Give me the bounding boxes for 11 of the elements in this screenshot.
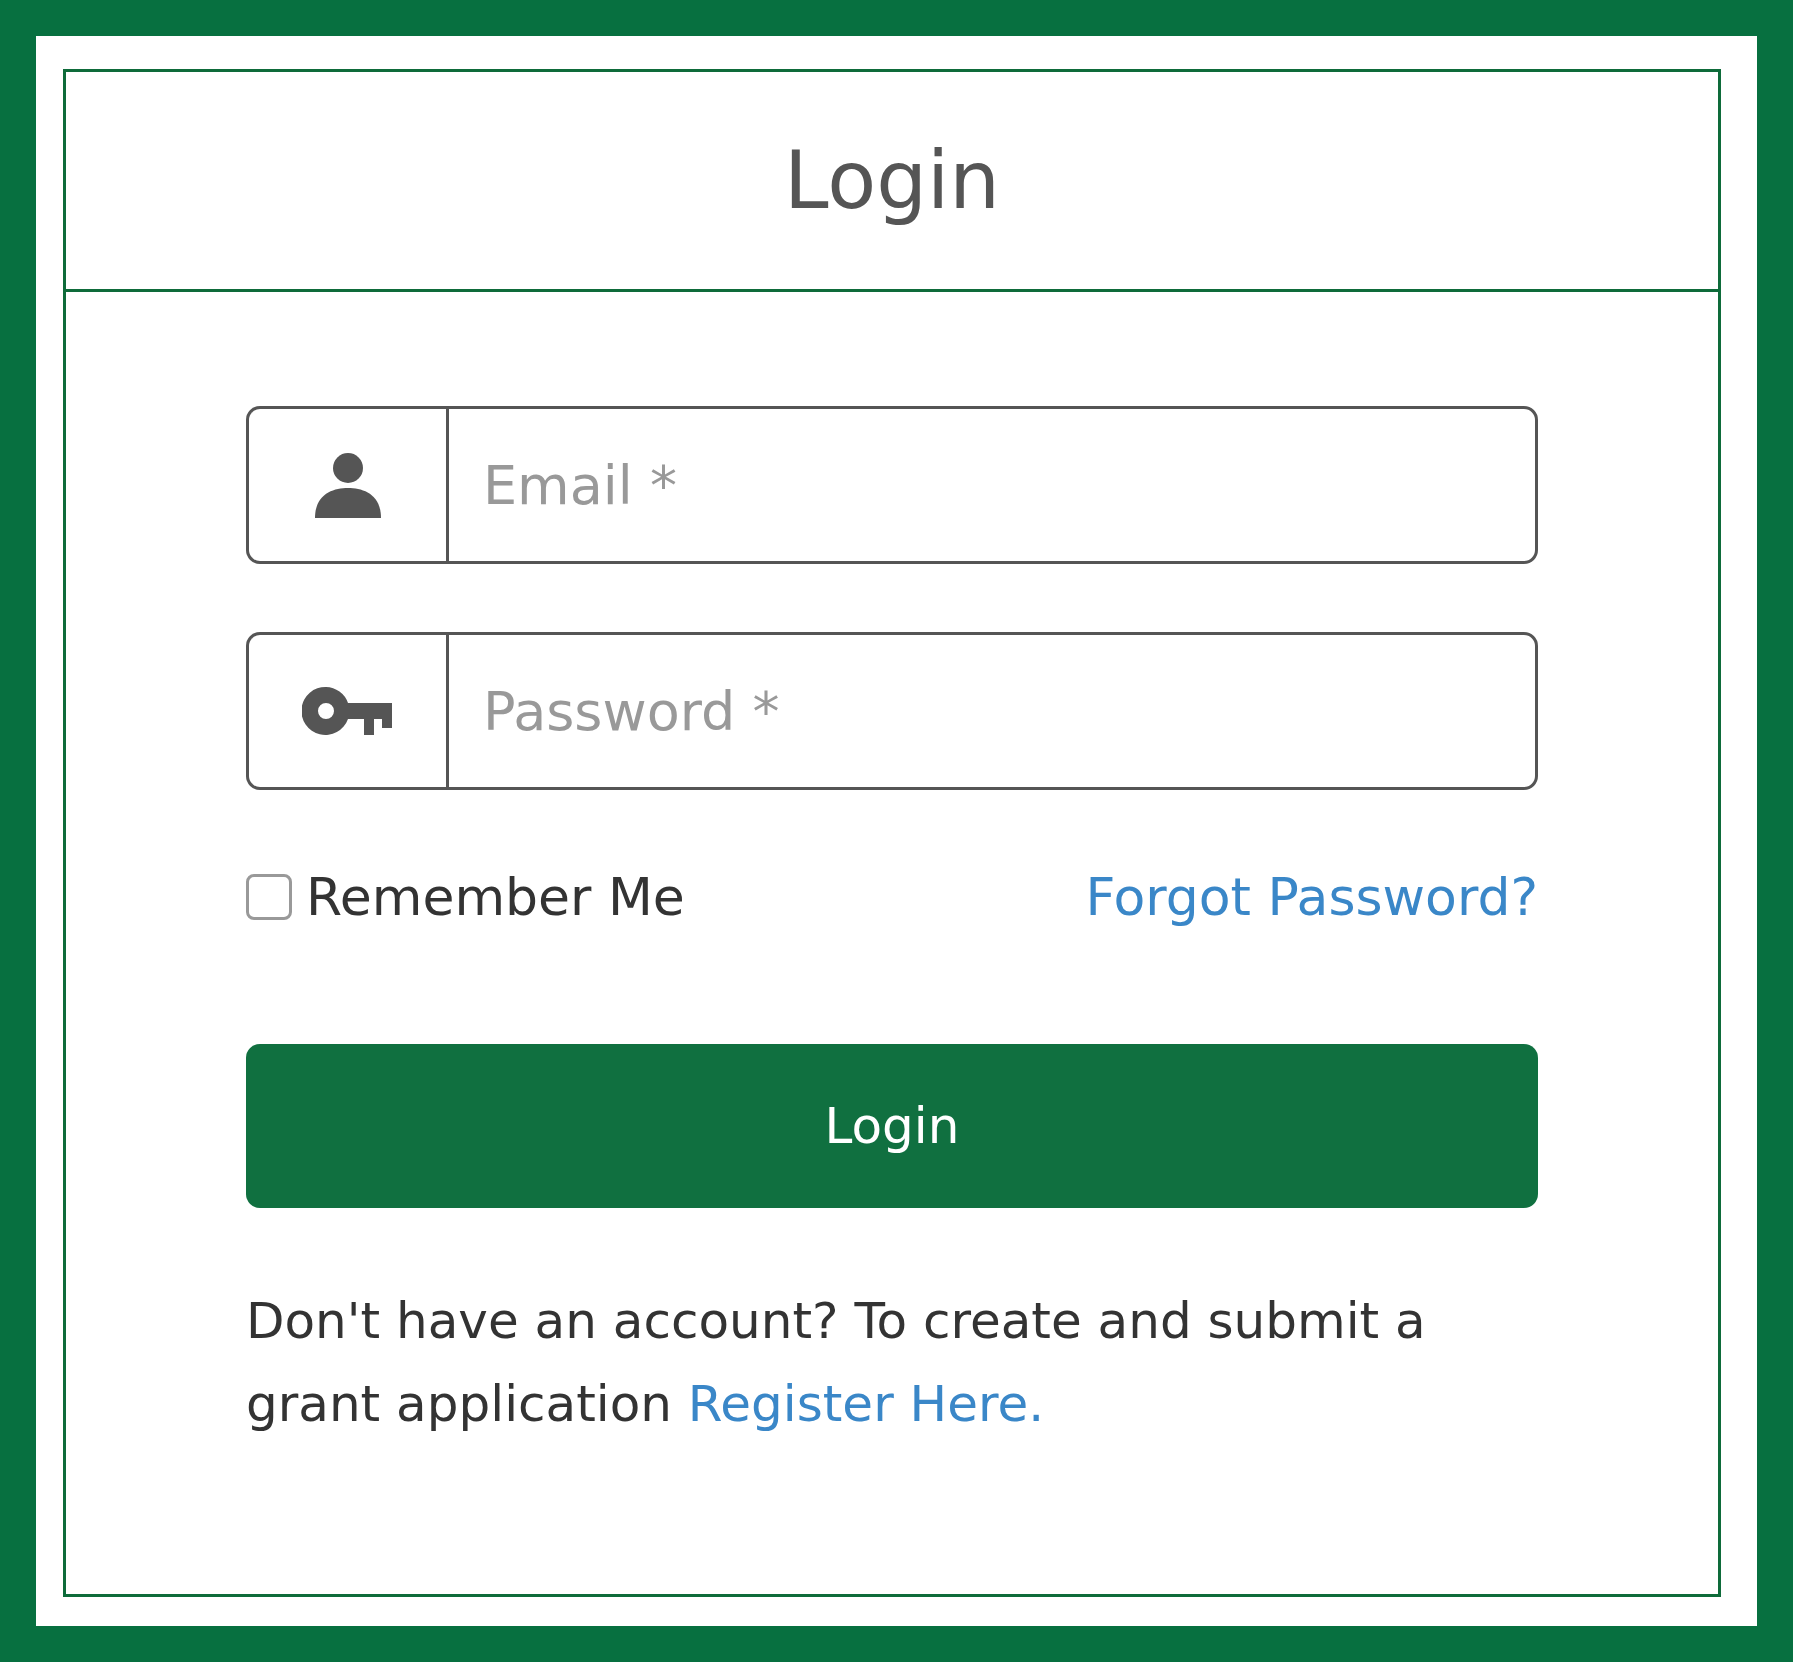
email-field[interactable]: Email * — [446, 406, 1538, 564]
register-link[interactable]: Register Here. — [687, 1375, 1045, 1433]
key-icon — [301, 686, 394, 736]
remember-checkbox[interactable] — [246, 874, 292, 920]
person-icon — [312, 450, 383, 520]
login-button[interactable]: Login — [246, 1044, 1538, 1208]
password-field[interactable]: Password * — [446, 632, 1538, 790]
register-prompt: Don't have an account? To create and submit a grant application Register Here. — [246, 1291, 1427, 1435]
card-title: Login — [784, 132, 1000, 229]
remember-label[interactable]: Remember Me — [306, 858, 685, 936]
forgot-password-link[interactable]: Forgot Password? — [1085, 858, 1538, 936]
